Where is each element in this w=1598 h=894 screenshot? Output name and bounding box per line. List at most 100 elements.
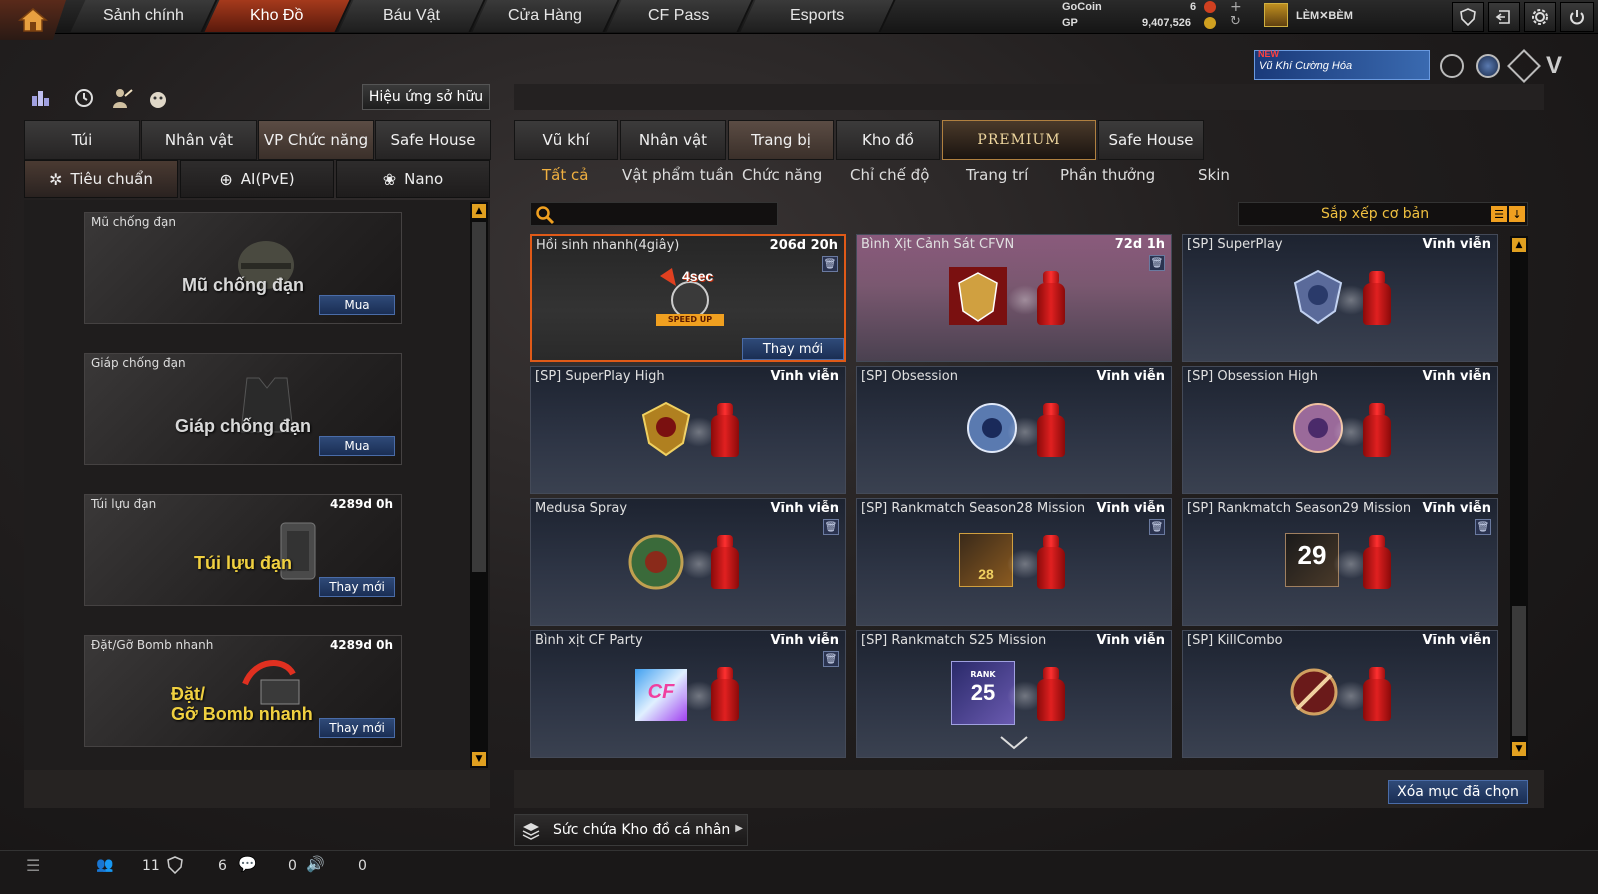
search-box[interactable] <box>530 202 778 226</box>
promo-text: Vũ Khí Cường Hóa <box>1259 60 1353 72</box>
trash-icon[interactable]: 🗑 <box>823 651 839 667</box>
renew-button[interactable]: Thay mới <box>319 718 395 738</box>
tab-storage[interactable]: Kho đồ <box>836 120 940 160</box>
tab-character[interactable]: Nhân vật <box>141 120 257 160</box>
home-button[interactable] <box>0 0 66 40</box>
tab-safe-house[interactable]: Safe House <box>375 120 491 160</box>
history-icon[interactable] <box>72 86 96 110</box>
subtab-ai-pve[interactable]: ⊕ AI(PvE) <box>180 160 334 198</box>
tab-premium[interactable]: PREMIUM <box>942 120 1096 160</box>
grid-scroll-up-icon[interactable]: ▲ <box>1512 238 1526 252</box>
tab-equipment[interactable]: Trang bị <box>728 120 834 160</box>
trash-icon[interactable]: 🗑 <box>1149 255 1165 271</box>
tab-right-safe-house[interactable]: Safe House <box>1098 120 1204 160</box>
grid-scrollbar[interactable]: ▲ ▼ <box>1510 236 1528 760</box>
add-currency-icon[interactable]: + <box>1230 0 1242 15</box>
scroll-up-icon[interactable]: ▲ <box>472 204 486 218</box>
nav-tab-treasure[interactable]: Báu Vật <box>338 0 486 32</box>
nav-tab-lobby[interactable]: Sảnh chính <box>70 0 218 32</box>
v-logo-icon[interactable]: V <box>1546 52 1562 80</box>
clan-icon[interactable] <box>166 856 184 874</box>
grid-scroll-thumb[interactable] <box>1512 606 1526 736</box>
filter-weekly-items[interactable]: Vật phẩm tuần <box>622 166 734 184</box>
owned-effects-button[interactable]: Hiệu ứng sở hữu <box>362 84 490 110</box>
filter-skin[interactable]: Skin <box>1198 166 1230 184</box>
filter-mode-only[interactable]: Chỉ chế độ <box>850 166 929 184</box>
friends-icon[interactable]: 👥 <box>96 857 113 873</box>
list-menu-icon[interactable]: ☰ <box>1491 206 1507 222</box>
nav-tab-cf-pass[interactable]: CF Pass <box>606 0 754 32</box>
spray-can-icon <box>1333 271 1395 327</box>
renew-button[interactable]: Thay mới <box>319 577 395 597</box>
renew-button[interactable]: Thay mới <box>742 338 844 360</box>
grid-item-card[interactable]: [SP] Obsession Vĩnh viễn <box>856 366 1172 494</box>
sort-direction-icon[interactable]: ↓ <box>1509 206 1525 222</box>
filter-all[interactable]: Tất cả <box>542 166 588 184</box>
grid-item-card[interactable]: [SP] Rankmatch S25 Mission Vĩnh viễn RAN… <box>856 630 1172 758</box>
promo-banner[interactable]: NEW Vũ Khí Cường Hóa <box>1254 49 1430 80</box>
ranking-icon[interactable] <box>30 86 52 108</box>
settings-gear-icon[interactable] <box>1524 2 1556 32</box>
clan-shield-icon[interactable] <box>1452 2 1484 32</box>
refresh-icon[interactable]: ↻ <box>1230 14 1241 29</box>
grid-item-card[interactable]: [SP] KillCombo Vĩnh viễn <box>1182 630 1498 758</box>
buy-button[interactable]: Mua <box>319 295 395 315</box>
grid-item-card[interactable]: Bình xịt CF Party Vĩnh viễn 🗑 CF <box>530 630 846 758</box>
left-item-card[interactable]: Mũ chống đạn Mũ chống đạn Mua <box>84 212 402 324</box>
spray-can-icon <box>1333 403 1395 459</box>
grid-item-card[interactable]: [SP] Obsession High Vĩnh viễn <box>1182 366 1498 494</box>
mascot-icon[interactable] <box>146 86 170 110</box>
grid-scroll-down-icon[interactable]: ▼ <box>1512 742 1526 756</box>
grid-item-card[interactable]: [SP] SuperPlay High Vĩnh viễn <box>530 366 846 494</box>
grid-item-card[interactable]: [SP] Rankmatch Season28 Mission Vĩnh viễ… <box>856 498 1172 626</box>
scroll-down-icon[interactable]: ▼ <box>472 752 486 766</box>
chat-icon[interactable]: 💬 <box>238 855 257 873</box>
nav-tab-shop[interactable]: Cửa Hàng <box>472 0 620 32</box>
season29-emblem-icon: 29 <box>1285 533 1339 587</box>
tab-bag[interactable]: Túi <box>24 120 140 160</box>
subtab-standard[interactable]: ✲ Tiêu chuẩn <box>24 160 178 198</box>
scroll-thumb[interactable] <box>472 222 486 572</box>
nav-tab-inventory[interactable]: Kho Đồ <box>204 0 352 32</box>
delete-selected-button[interactable]: Xóa mục đã chọn <box>1388 780 1528 804</box>
menu-list-icon[interactable]: ☰ <box>26 856 40 875</box>
left-scrollbar[interactable]: ▲ ▼ <box>470 202 488 768</box>
event-badge-icon[interactable] <box>1440 54 1464 78</box>
search-input[interactable] <box>559 205 773 223</box>
power-icon[interactable] <box>1560 2 1594 32</box>
tab-weapons[interactable]: Vũ khí <box>514 120 618 160</box>
grid-item-card[interactable]: [SP] Rankmatch Season29 Mission Vĩnh viễ… <box>1182 498 1498 626</box>
tab-function-items[interactable]: VP Chức năng <box>258 120 374 160</box>
sort-dropdown[interactable]: Sắp xếp cơ bản ☰ ↓ <box>1238 202 1528 226</box>
filter-function[interactable]: Chức năng <box>742 166 822 184</box>
badge-sub-text: SPEED UP <box>656 314 724 326</box>
filter-decoration[interactable]: Trang trí <box>966 166 1028 184</box>
grid-item-card[interactable]: [SP] SuperPlay Vĩnh viễn <box>1182 234 1498 362</box>
buy-button[interactable]: Mua <box>319 436 395 456</box>
spray-can-icon <box>1007 667 1069 723</box>
capacity-panel[interactable]: Sức chứa Kho đồ cá nhân ▶ <box>514 814 748 846</box>
exit-room-icon[interactable] <box>1488 2 1520 32</box>
left-item-card[interactable]: Túi lựu đạn 4289d 0h Túi lựu đạn Thay mớ… <box>84 494 402 606</box>
scroll-more-chevron-icon[interactable] <box>999 735 1029 751</box>
grid-item-card[interactable]: Hồi sinh nhanh(4giây) 206d 20h 🗑 4sec SP… <box>530 234 846 362</box>
tab-characters[interactable]: Nhân vật <box>620 120 726 160</box>
item-duration: Vĩnh viễn <box>1422 237 1491 252</box>
left-item-card[interactable]: Giáp chống đạn Giáp chống đạn Mua <box>84 353 402 465</box>
weapon-event-icon[interactable] <box>1507 49 1541 83</box>
grid-item-card[interactable]: Bình Xịt Cảnh Sát CFVN 72d 1h 🗑 <box>856 234 1172 362</box>
character-icon[interactable] <box>110 86 134 110</box>
grid-item-card[interactable]: Medusa Spray Vĩnh viễn 🗑 <box>530 498 846 626</box>
nav-tab-esports[interactable]: Esports <box>740 0 896 32</box>
speaker-icon[interactable]: 🔊 <box>306 855 325 873</box>
globe-event-icon[interactable] <box>1476 54 1500 78</box>
trash-icon[interactable]: 🗑 <box>1149 519 1165 535</box>
item-name: Medusa Spray <box>535 501 628 516</box>
trash-icon[interactable]: 🗑 <box>822 256 838 272</box>
subtab-nano[interactable]: ❀ Nano <box>336 160 490 198</box>
expand-arrow-icon[interactable]: ▶ <box>735 823 743 834</box>
trash-icon[interactable]: 🗑 <box>823 519 839 535</box>
trash-icon[interactable]: 🗑 <box>1475 519 1491 535</box>
filter-rewards[interactable]: Phần thưởng <box>1060 166 1155 184</box>
left-item-card[interactable]: Đặt/Gỡ Bomb nhanh 4289d 0h Đặt/ Gỡ Bomb … <box>84 635 402 747</box>
